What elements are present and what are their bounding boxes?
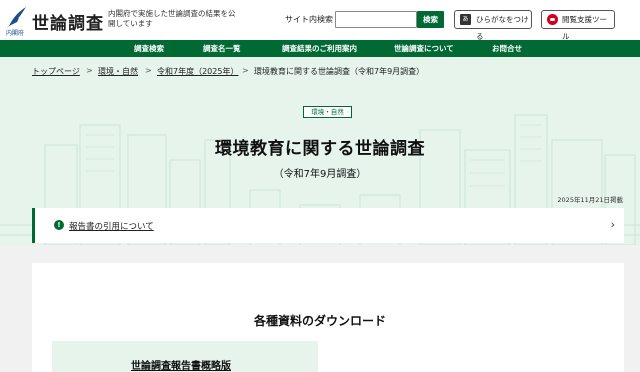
nav-item-survey-list[interactable]: 調査名一覧	[203, 40, 241, 57]
nav-item-search[interactable]: 調査検索	[134, 40, 164, 57]
accessibility-tool-button[interactable]: 閲覧支援ツール	[541, 10, 615, 41]
citation-link[interactable]: 報告書の引用について	[69, 220, 154, 232]
breadcrumb-current: 環境教育に関する世論調査（令和7年9月調査）	[254, 67, 425, 76]
citation-link-box[interactable]: ! 報告書の引用について ›	[32, 208, 624, 243]
breadcrumb: トップページ > 環境・自然 > 令和7年度（2025年） > 環境教育に関する…	[0, 57, 640, 85]
search-button[interactable]: 検索	[417, 11, 444, 28]
hiragana-button-label: ひらがなをつける	[476, 15, 529, 41]
alert-icon: !	[54, 220, 64, 230]
site-tagline: 内閣府で実施した世論調査の結果を公開しています	[108, 9, 236, 28]
page-title: 環境教育に関する世論調査	[215, 139, 425, 159]
hiragana-icon: あ	[460, 14, 471, 25]
logo-subtitle: 内閣府	[6, 30, 25, 37]
breadcrumb-separator: >	[242, 66, 249, 75]
hiragana-button[interactable]: あ ひらがなをつける	[454, 10, 532, 41]
search-input[interactable]	[335, 11, 417, 28]
breadcrumb-year[interactable]: 令和7年度（2025年）	[157, 66, 238, 77]
nav-item-usage-guide[interactable]: 調査結果のご利用案内	[282, 40, 357, 57]
accessibility-tool-label: 閲覧支援ツール	[562, 15, 607, 41]
breadcrumb-separator: >	[86, 66, 93, 75]
breadcrumb-category[interactable]: 環境・自然	[98, 66, 138, 77]
chevron-right-icon: ›	[610, 218, 615, 231]
global-nav: 調査検索 調査名一覧 調査結果のご利用案内 世論調査について お問合せ	[0, 40, 640, 57]
nav-item-contact[interactable]: お問合せ	[492, 40, 522, 57]
page-subtitle: （令和7年9月調査）	[273, 169, 367, 180]
cabinet-office-bird-icon	[7, 7, 26, 27]
breadcrumb-separator: >	[145, 66, 152, 75]
site-header: 世論調査 内閣府 内閣府で実施した世論調査の結果を公開しています サイト内検索 …	[0, 0, 640, 41]
download-item-title[interactable]: 世論調査報告書概略版	[131, 357, 231, 372]
breadcrumb-home[interactable]: トップページ	[32, 66, 80, 77]
category-badge[interactable]: 環境・自然	[303, 106, 352, 118]
published-date: 2025年11月21日掲載	[557, 196, 623, 204]
nav-item-about[interactable]: 世論調査について	[394, 40, 454, 57]
logo-title: 世論調査	[32, 14, 104, 34]
downloads-heading: 各種資料のダウンロード	[253, 314, 386, 328]
search-label: サイト内検索	[285, 15, 333, 24]
site-logo[interactable]: 世論調査 内閣府	[5, 4, 105, 37]
accessibility-tool-icon	[547, 14, 558, 25]
